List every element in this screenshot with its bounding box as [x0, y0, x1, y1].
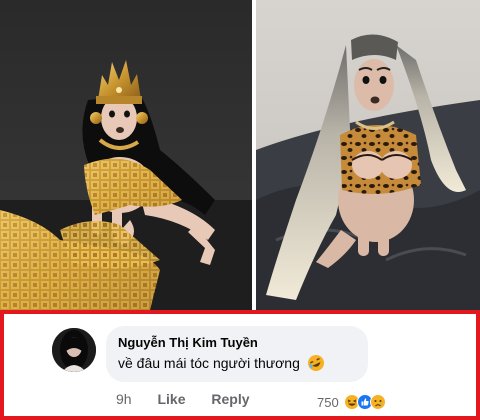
avatar[interactable] — [52, 328, 96, 372]
like-link[interactable]: Like — [157, 391, 185, 407]
comment-card: Nguyễn Thị Kim Tuyền về đâu mái tóc ngườ… — [0, 310, 480, 420]
comment-author[interactable]: Nguyễn Thị Kim Tuyền — [118, 334, 356, 352]
comment-text: về đâu mái tóc người thương — [118, 355, 300, 371]
reaction-summary[interactable]: 750 — [317, 392, 386, 412]
comment-actions: 9h Like Reply — [116, 391, 272, 407]
comment-bubble: Nguyễn Thị Kim Tuyền về đâu mái tóc ngườ… — [106, 326, 368, 382]
reaction-count: 750 — [317, 394, 339, 410]
photo-dog-thai-costume[interactable] — [0, 0, 252, 310]
post-photos — [0, 0, 480, 310]
rofl-emoji-icon — [308, 355, 325, 371]
sad-reaction-icon — [369, 394, 386, 410]
reply-link[interactable]: Reply — [211, 391, 249, 407]
photo-dog-long-wig[interactable] — [256, 0, 480, 310]
comment-body: về đâu mái tóc người thương — [118, 352, 356, 374]
comment-timestamp[interactable]: 9h — [116, 391, 132, 407]
